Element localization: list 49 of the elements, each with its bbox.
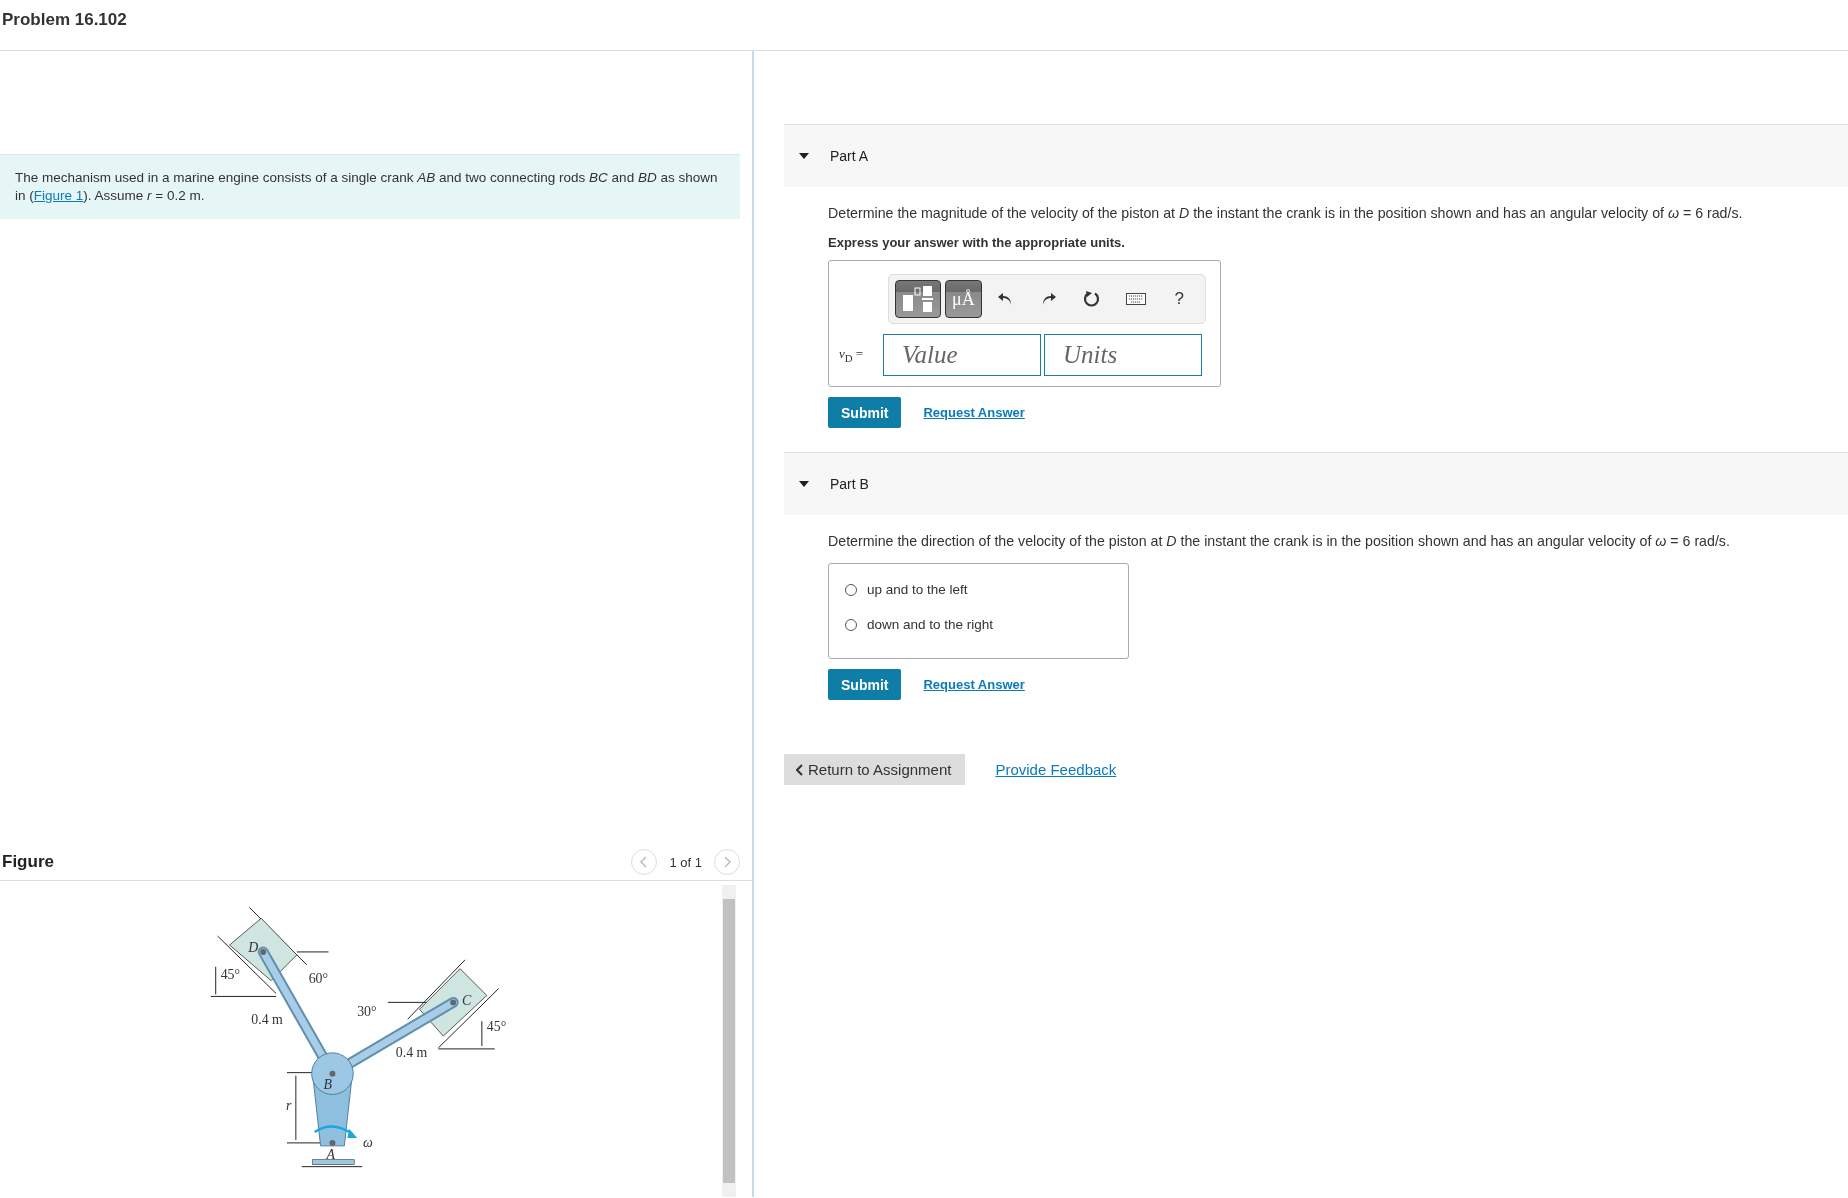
fraction-template-icon — [902, 285, 934, 313]
request-answer-link[interactable]: Request Answer — [923, 677, 1025, 692]
figure-label: A — [326, 1146, 335, 1162]
figure-heading: Figure — [1, 852, 55, 872]
figure-label: ω — [363, 1134, 373, 1150]
figure-label: 30° — [357, 1004, 377, 1020]
chevron-left-icon — [640, 856, 649, 868]
figure-label: 45° — [220, 966, 241, 982]
figure-label: D — [248, 939, 259, 955]
part-header[interactable]: Part B — [784, 452, 1848, 515]
figure-label: C — [462, 993, 472, 1009]
rotation-arrow-icon — [314, 1125, 358, 1138]
figure-label: r — [285, 1098, 292, 1114]
templates-button[interactable] — [895, 280, 941, 318]
variable-label: v$_{D}$ = — [839, 346, 865, 364]
radio-button[interactable] — [845, 583, 857, 596]
problem-text: The mechanism used in a marine engine consists of a single crank AB and two connecting rods BC and BD as shown in (Figure 1). Assume r = 0.2 m. — [15, 169, 719, 205]
feedback-link[interactable]: Provide Feedback — [995, 761, 1117, 778]
figure-label: 0.4 m — [395, 1044, 428, 1060]
units-field[interactable]: Units — [1044, 334, 1202, 376]
undo-icon — [997, 292, 1014, 306]
scrollbar[interactable] — [722, 885, 736, 1197]
problem-title: Problem 16.102 — [2, 10, 127, 30]
figure-label: 60° — [308, 970, 329, 986]
option-label[interactable]: down and to the right — [867, 617, 994, 632]
redo-icon — [1040, 292, 1057, 306]
page-counter: 1 of 1 — [669, 854, 702, 870]
submit-button[interactable]: Submit — [828, 397, 902, 428]
keyboard-icon — [1125, 293, 1146, 305]
part-title: Part A — [830, 148, 869, 164]
figure-label: 0.4 m — [251, 1012, 283, 1028]
chevron-left-icon — [796, 763, 804, 776]
return-button[interactable]: Return to Assignment — [784, 754, 966, 785]
figure-label: B — [323, 1077, 333, 1093]
radio-button[interactable] — [845, 618, 857, 631]
chevron-right-icon — [723, 856, 731, 868]
question-text: Determine the magnitude of the velocity of the piston at D the instant the crank is in the position shown and has an angular velocity of ω = 6 rad/s. — [828, 205, 1744, 221]
units-button[interactable]: μÅ — [945, 280, 982, 318]
help-button[interactable]: ? — [1159, 280, 1199, 318]
value-field[interactable]: Value — [883, 334, 1041, 376]
question-text: Determine the direction of the velocity of the piston at D the instant the crank is in the position shown and has an angular velocity of ω = 6 rad/s. — [828, 533, 1731, 549]
instruction-text: Express your answer with the appropriate units. — [828, 235, 1126, 250]
submit-button[interactable]: Submit — [828, 669, 902, 700]
figure-label: 45° — [486, 1019, 507, 1035]
option-label[interactable]: up and to the left — [867, 582, 968, 597]
reset-icon — [1083, 290, 1102, 308]
part-title: Part B — [830, 476, 869, 492]
part-header[interactable]: Part A — [784, 124, 1848, 187]
request-answer-link[interactable]: Request Answer — [923, 405, 1025, 420]
